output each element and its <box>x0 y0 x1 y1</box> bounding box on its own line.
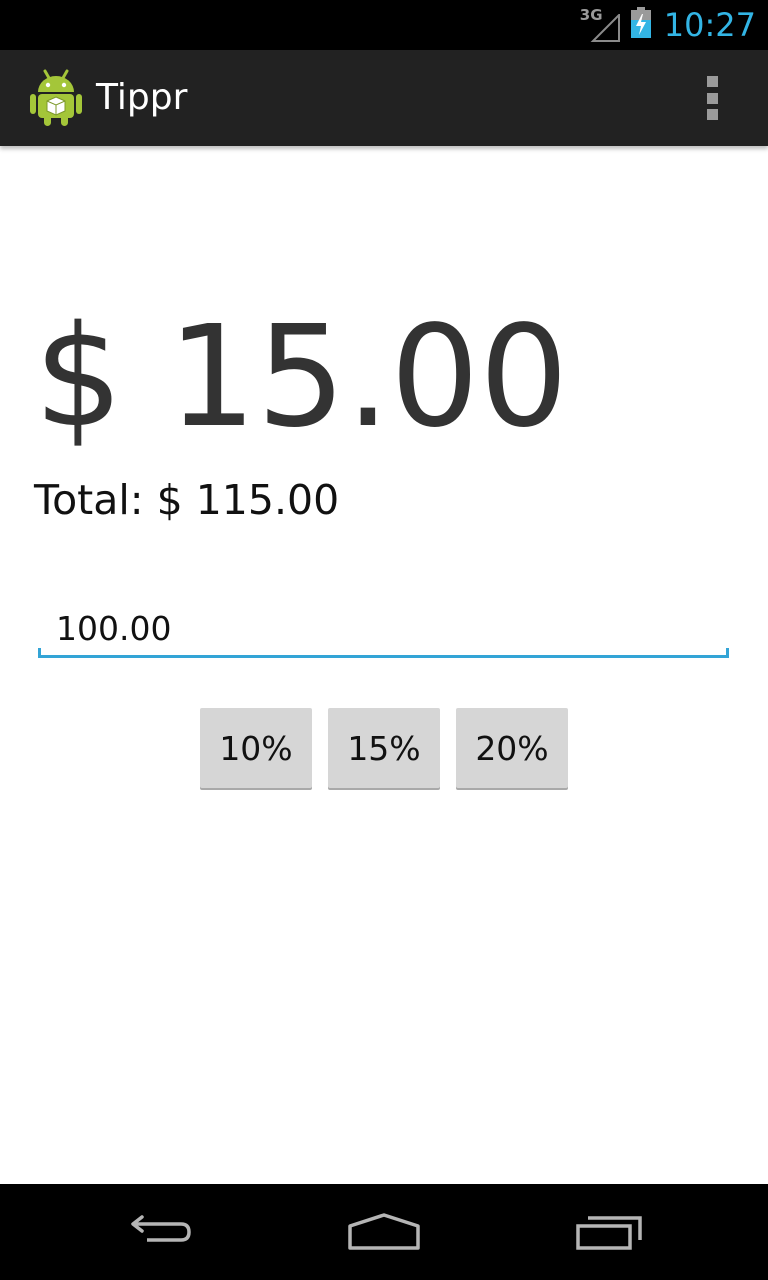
tip-amount: $ 15.00 <box>34 296 569 459</box>
status-icons: 3G 10:27 <box>580 0 756 50</box>
back-icon[interactable] <box>90 1184 230 1280</box>
overflow-dot <box>706 109 718 120</box>
bill-amount-input[interactable] <box>38 600 729 656</box>
home-icon[interactable] <box>314 1184 454 1280</box>
signal-indicator: 3G <box>580 8 620 42</box>
battery-charging-icon <box>630 6 652 44</box>
action-bar: Tippr <box>0 50 768 146</box>
overflow-dot <box>706 92 718 104</box>
overflow-menu-icon[interactable] <box>694 76 730 120</box>
app-title: Tippr <box>96 77 188 118</box>
input-underline-right-tick <box>726 648 729 658</box>
android-robot-icon[interactable] <box>30 68 82 131</box>
signal-icon <box>590 14 620 42</box>
status-bar: 3G 10:27 <box>0 0 768 50</box>
input-underline-left-tick <box>38 648 41 658</box>
tip-20-button[interactable]: 20% <box>456 708 568 788</box>
tip-15-button[interactable]: 15% <box>328 708 440 788</box>
tip-percent-buttons: 10% 15% 20% <box>200 708 568 788</box>
bill-amount-field[interactable] <box>38 600 729 658</box>
tip-10-button[interactable]: 10% <box>200 708 312 788</box>
total-amount: Total: $ 115.00 <box>34 476 340 524</box>
clock: 10:27 <box>663 6 756 44</box>
recent-apps-icon[interactable] <box>540 1184 680 1280</box>
input-underline <box>38 655 729 658</box>
overflow-dot <box>706 76 718 87</box>
navigation-bar <box>0 1184 768 1280</box>
